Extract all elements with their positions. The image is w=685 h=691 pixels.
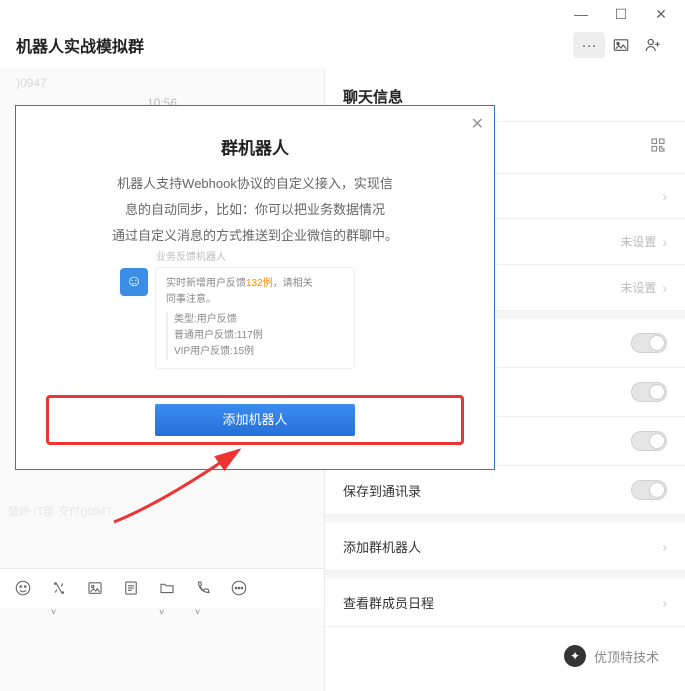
panel-row-schedule[interactable]: 查看群成员日程 › xyxy=(325,579,685,627)
example-details: 类型:用户反馈 普通用户反馈:117例 VIP用户反馈:15例 xyxy=(166,312,344,360)
unset-value: 未设置 xyxy=(620,279,656,296)
call-icon[interactable]: ˅ xyxy=(194,579,212,597)
docs-button[interactable] xyxy=(605,32,637,58)
window-maximize[interactable]: ☐ xyxy=(601,0,641,28)
highlight-count: 132例 xyxy=(246,278,273,289)
window-minimize[interactable]: — xyxy=(561,0,601,28)
chevron-right-icon: › xyxy=(662,539,667,555)
composer-toolbar: ˅ ˅ ˅ xyxy=(0,568,324,607)
example-detail-line: 普通用户反馈:117例 xyxy=(174,328,344,344)
unset-value: 未设置 xyxy=(620,233,656,250)
chat-title: 机器人实战模拟群 xyxy=(16,33,144,57)
chevron-right-icon: › xyxy=(662,234,667,250)
image-icon[interactable] xyxy=(86,579,104,597)
desc-line: 息的自动同步，比如：你可以把业务数据情况 xyxy=(46,197,464,223)
toggle-switch[interactable] xyxy=(631,333,667,353)
note-icon[interactable] xyxy=(122,579,140,597)
bot-name-label: 业务反馈机器人 xyxy=(156,250,226,266)
row-label: 添加群机器人 xyxy=(343,537,421,556)
source-attribution: ✦ 优顶特技术 xyxy=(564,645,659,667)
add-bot-button[interactable]: 添加机器人 xyxy=(155,404,355,436)
watermark-footer: 楚娇·IT部·交付()0947 xyxy=(8,503,112,519)
chevron-right-icon: › xyxy=(662,188,667,204)
highlighted-button-frame: 添加机器人 xyxy=(46,395,464,445)
source-text: 优顶特技术 xyxy=(594,647,659,666)
dialog-description: 机器人支持Webhook协议的自定义接入，实现信 息的自动同步，比如：你可以把业… xyxy=(46,171,464,249)
save-toggle[interactable] xyxy=(631,480,667,500)
window-titlebar: — ☐ ✕ xyxy=(0,0,685,28)
more-menu-button[interactable]: ··· xyxy=(573,32,605,58)
chevron-right-icon: › xyxy=(662,595,667,611)
header-actions: ··· xyxy=(573,32,669,58)
example-detail-line: 类型:用户反馈 xyxy=(174,312,344,328)
folder-icon[interactable]: ˅ xyxy=(158,579,176,597)
panel-row-save: 保存到通讯录 xyxy=(325,466,685,515)
example-line: 实时新增用户反馈132例，请相关 xyxy=(166,276,344,292)
window-close[interactable]: ✕ xyxy=(641,0,681,28)
add-bot-dialog: ✕ 群机器人 机器人支持Webhook协议的自定义接入，实现信 息的自动同步，比… xyxy=(15,105,495,470)
desc-line: 机器人支持Webhook协议的自定义接入，实现信 xyxy=(46,171,464,197)
example-line: 同事注意。 xyxy=(166,292,344,308)
qr-icon xyxy=(649,136,667,159)
screenshot-icon[interactable]: ˅ xyxy=(50,579,68,597)
watermark-text: )0947 xyxy=(16,76,47,90)
chevron-right-icon: › xyxy=(662,280,667,296)
chat-header: 机器人实战模拟群 ··· xyxy=(0,28,685,68)
row-label: 保存到通讯录 xyxy=(343,481,421,500)
add-member-button[interactable] xyxy=(637,32,669,58)
dialog-close-icon[interactable]: ✕ xyxy=(471,114,484,134)
wechat-icon: ✦ xyxy=(564,645,586,667)
panel-row-add-bot[interactable]: 添加群机器人 › xyxy=(325,523,685,571)
example-message-card: ☺ 业务反馈机器人 实时新增用户反馈132例，请相关 同事注意。 类型:用户反馈… xyxy=(155,267,355,369)
dialog-title: 群机器人 xyxy=(46,134,464,159)
emoji-icon[interactable] xyxy=(14,579,32,597)
pin-toggle[interactable] xyxy=(631,431,667,451)
row-label: 查看群成员日程 xyxy=(343,593,434,612)
desc-line: 通过自定义消息的方式推送到企业微信的群聊中。 xyxy=(46,223,464,249)
example-detail-line: VIP用户反馈:15例 xyxy=(174,344,344,360)
more-icon[interactable] xyxy=(230,579,248,597)
mute-toggle[interactable] xyxy=(631,382,667,402)
bot-avatar-icon: ☺ xyxy=(120,268,148,296)
